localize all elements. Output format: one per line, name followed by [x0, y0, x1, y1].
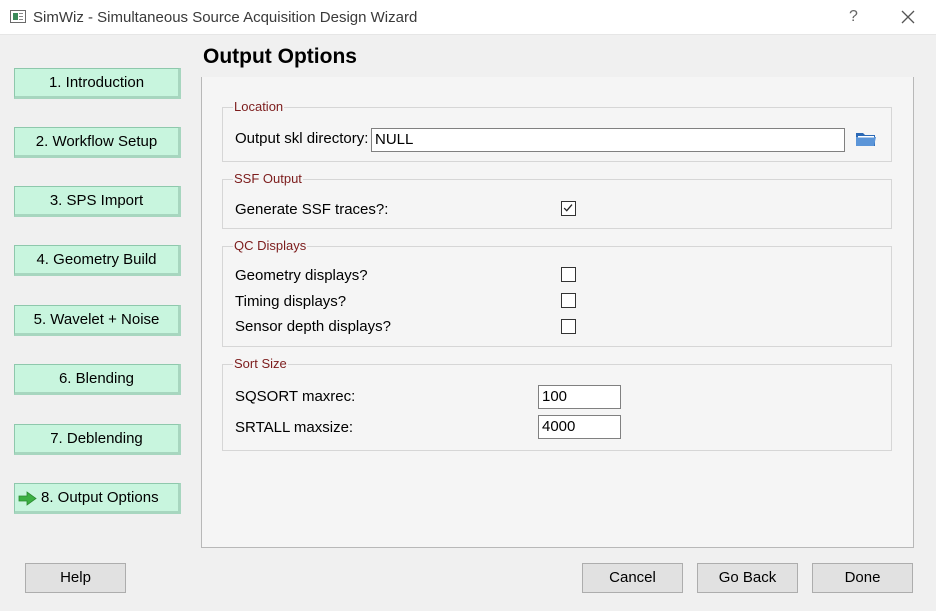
help-button[interactable]: Help [25, 563, 126, 593]
done-button[interactable]: Done [812, 563, 913, 593]
go-back-button[interactable]: Go Back [697, 563, 798, 593]
nav-geometry-build-button[interactable]: 4. Geometry Build [14, 245, 181, 276]
folder-icon[interactable] [855, 130, 877, 148]
generate-ssf-label: Generate SSF traces?: [235, 201, 389, 218]
sensor-depth-displays-label: Sensor depth displays? [235, 318, 391, 335]
sqsort-maxrec-input[interactable]: 100 [538, 385, 621, 409]
nav-sps-import-button[interactable]: 3. SPS Import [14, 186, 181, 217]
checkmark-icon [563, 204, 573, 212]
location-group-title: Location [233, 99, 285, 114]
timing-displays-checkbox[interactable] [561, 293, 576, 308]
context-help-button[interactable]: ? [849, 8, 858, 26]
sqsort-maxrec-label: SQSORT maxrec: [235, 388, 356, 405]
nav-workflow-setup-button[interactable]: 2. Workflow Setup [14, 127, 181, 158]
generate-ssf-checkbox[interactable] [561, 201, 576, 216]
srtall-maxsize-input[interactable]: 4000 [538, 415, 621, 439]
nav-introduction-button[interactable]: 1. Introduction [14, 68, 181, 99]
nav-output-options-button[interactable]: 8. Output Options [14, 483, 181, 514]
sensor-depth-displays-checkbox[interactable] [561, 319, 576, 334]
arrow-right-icon [18, 491, 37, 506]
geometry-displays-label: Geometry displays? [235, 267, 368, 284]
close-icon[interactable] [898, 7, 918, 27]
sort-size-group-title: Sort Size [233, 356, 288, 371]
nav-wavelet-noise-button[interactable]: 5. Wavelet + Noise [14, 305, 181, 336]
window-title: SimWiz - Simultaneous Source Acquisition… [33, 9, 418, 26]
title-bar: SimWiz - Simultaneous Source Acquisition… [0, 0, 936, 35]
ssf-output-group-title: SSF Output [233, 171, 303, 186]
srtall-maxsize-label: SRTALL maxsize: [235, 419, 354, 436]
nav-output-options-label: 8. Output Options [41, 489, 159, 506]
nav-blending-button[interactable]: 6. Blending [14, 364, 181, 395]
geometry-displays-checkbox[interactable] [561, 267, 576, 282]
output-dir-label: Output skl directory: [235, 130, 369, 147]
qc-displays-group-title: QC Displays [233, 238, 308, 253]
output-dir-input[interactable]: NULL [371, 128, 845, 152]
timing-displays-label: Timing displays? [235, 293, 347, 310]
page-title: Output Options [203, 45, 357, 68]
app-icon [10, 10, 26, 23]
cancel-button[interactable]: Cancel [582, 563, 683, 593]
nav-deblending-button[interactable]: 7. Deblending [14, 424, 181, 455]
